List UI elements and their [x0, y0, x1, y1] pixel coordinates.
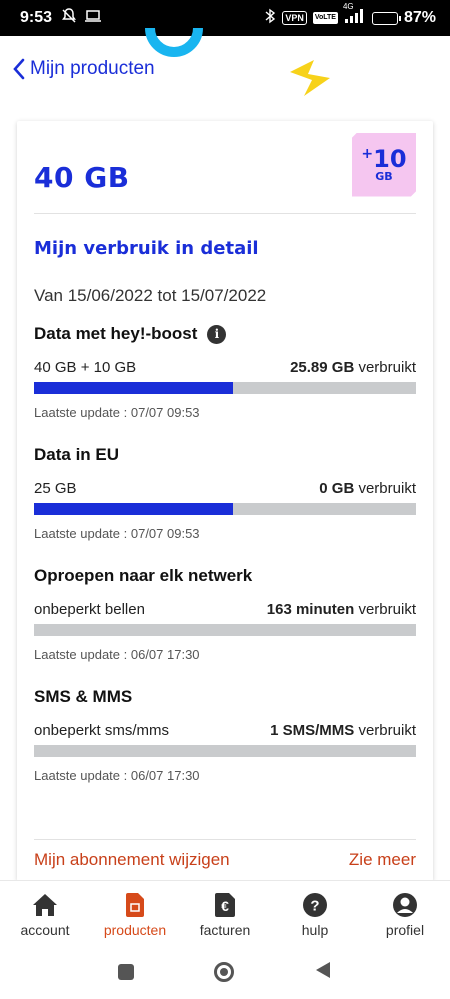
usage-section-sms: SMS & MMS onbeperkt sms/mms 1 SMS/MMS ve…	[34, 687, 416, 783]
mute-notification-icon	[60, 7, 78, 30]
last-update: Laatste update : 06/07 17:30	[34, 647, 200, 662]
nav-label: producten	[103, 922, 167, 938]
nav-label: account	[20, 922, 70, 938]
signal-icon: 4G	[343, 2, 366, 29]
boost-badge: +10 GB	[352, 132, 416, 197]
section-title-wrap: Data in EU	[34, 445, 416, 465]
info-icon[interactable]: i	[207, 324, 227, 344]
used-value: 163 minuten	[266, 601, 355, 618]
section-title-wrap: Data met hey!-boost i	[34, 324, 416, 344]
profile-icon	[391, 891, 419, 919]
usage-row: 25 GB 0 GB verbruikt	[34, 480, 416, 497]
used-text: 1 SMS/MMS verbruikt	[270, 722, 416, 739]
decorative-bolt-icon	[288, 56, 332, 105]
used-suffix: verbruikt	[358, 722, 416, 739]
boost-plus: +	[361, 146, 374, 162]
back-button[interactable]: Mijn producten	[12, 58, 155, 80]
nav-item-hulp[interactable]: ? hulp	[270, 881, 360, 945]
period-text: Van 15/06/2022 tot 15/07/2022	[34, 286, 267, 305]
nav-item-facturen[interactable]: € facturen	[180, 881, 270, 945]
nav-label: profiel	[385, 922, 425, 938]
boost-amount: +10	[361, 147, 406, 171]
home-icon	[31, 891, 59, 919]
back-label: Mijn producten	[30, 58, 155, 79]
used-text: 0 GB verbruikt	[319, 480, 416, 497]
usage-bar-fill	[34, 503, 233, 515]
boost-unit: GB	[375, 170, 393, 183]
boost-number: 10	[373, 145, 407, 173]
recents-button[interactable]	[118, 964, 134, 980]
vpn-badge: VPN	[282, 11, 307, 25]
nav-label: hulp	[301, 922, 329, 938]
nav-item-producten[interactable]: producten	[90, 881, 180, 945]
section-title: Data met hey!-boost	[34, 324, 198, 343]
used-value: 0 GB	[319, 480, 355, 497]
volte-badge: VoLTE	[312, 12, 338, 24]
bottom-nav: account producten € facturen ? hulp prof…	[0, 880, 450, 945]
svg-text:?: ?	[310, 898, 319, 915]
svg-text:€: €	[221, 898, 229, 914]
used-suffix: verbruikt	[358, 480, 416, 497]
allowance-text: onbeperkt sms/mms	[34, 722, 170, 739]
usage-section-calls: Oproepen naar elk netwerk onbeperkt bell…	[34, 566, 416, 662]
usage-bar	[34, 382, 416, 394]
used-text: 163 minuten verbruikt	[267, 601, 416, 618]
nav-item-profiel[interactable]: profiel	[360, 881, 450, 945]
chevron-left-icon	[13, 58, 25, 80]
used-value: 1 SMS/MMS	[270, 722, 355, 739]
used-text: 25.89 GB verbruikt	[290, 359, 416, 376]
last-update: Laatste update : 07/07 09:53	[34, 405, 200, 420]
used-suffix: verbruikt	[358, 601, 416, 618]
usage-bar	[34, 503, 416, 515]
usage-section-data-eu: Data in EU 25 GB 0 GB verbruikt Laatste …	[34, 445, 416, 541]
nav-item-account[interactable]: account	[0, 881, 90, 945]
plan-title: 40 GB	[34, 160, 130, 194]
section-title: SMS & MMS	[34, 687, 133, 706]
section-title-wrap: SMS & MMS	[34, 687, 416, 707]
page-header: Mijn producten	[0, 27, 450, 126]
back-triangle-button[interactable]	[314, 960, 332, 985]
usage-bar	[34, 624, 416, 636]
usage-card: 40 GB +10 GB Mijn verbruik in detail Van…	[17, 121, 433, 881]
section-title: Oproepen naar elk netwerk	[34, 566, 253, 585]
used-suffix: verbruikt	[358, 359, 416, 376]
last-update: Laatste update : 07/07 09:53	[34, 526, 200, 541]
status-bar: 9:53 VPN VoLTE 4G 87%	[0, 0, 450, 36]
phone-icon	[121, 891, 149, 919]
allowance-text: 25 GB	[34, 480, 77, 497]
home-button[interactable]	[214, 962, 234, 982]
euro-icon: €	[211, 891, 239, 919]
detail-title: Mijn verbruik in detail	[34, 238, 259, 259]
change-subscription-link[interactable]: Mijn abonnement wijzigen	[34, 850, 230, 870]
allowance-text: 40 GB + 10 GB	[34, 359, 137, 376]
usage-row: 40 GB + 10 GB 25.89 GB verbruikt	[34, 359, 416, 376]
used-value: 25.89 GB	[290, 359, 355, 376]
card-footer: Mijn abonnement wijzigen Zie meer	[34, 839, 416, 870]
section-title-wrap: Oproepen naar elk netwerk	[34, 566, 416, 586]
status-time: 9:53	[20, 9, 53, 26]
bluetooth-icon	[264, 8, 276, 29]
plan-row: 40 GB +10 GB	[34, 121, 416, 214]
section-title: Data in EU	[34, 445, 120, 464]
usage-row: onbeperkt sms/mms 1 SMS/MMS verbruikt	[34, 722, 416, 739]
help-icon: ?	[301, 891, 329, 919]
usage-section-data-boost: Data met hey!-boost i 40 GB + 10 GB 25.8…	[34, 324, 416, 420]
laptop-icon	[84, 9, 102, 28]
battery-percent: 87%	[403, 9, 436, 26]
nav-label: facturen	[199, 922, 251, 938]
last-update: Laatste update : 06/07 17:30	[34, 768, 200, 783]
network-type: 4G	[342, 1, 354, 11]
usage-bar-fill	[34, 382, 233, 394]
usage-bar	[34, 745, 416, 757]
usage-row: onbeperkt bellen 163 minuten verbruikt	[34, 601, 416, 618]
system-nav	[0, 945, 450, 999]
see-more-link[interactable]: Zie meer	[349, 850, 416, 870]
battery-icon	[371, 11, 401, 25]
allowance-text: onbeperkt bellen	[34, 601, 145, 618]
